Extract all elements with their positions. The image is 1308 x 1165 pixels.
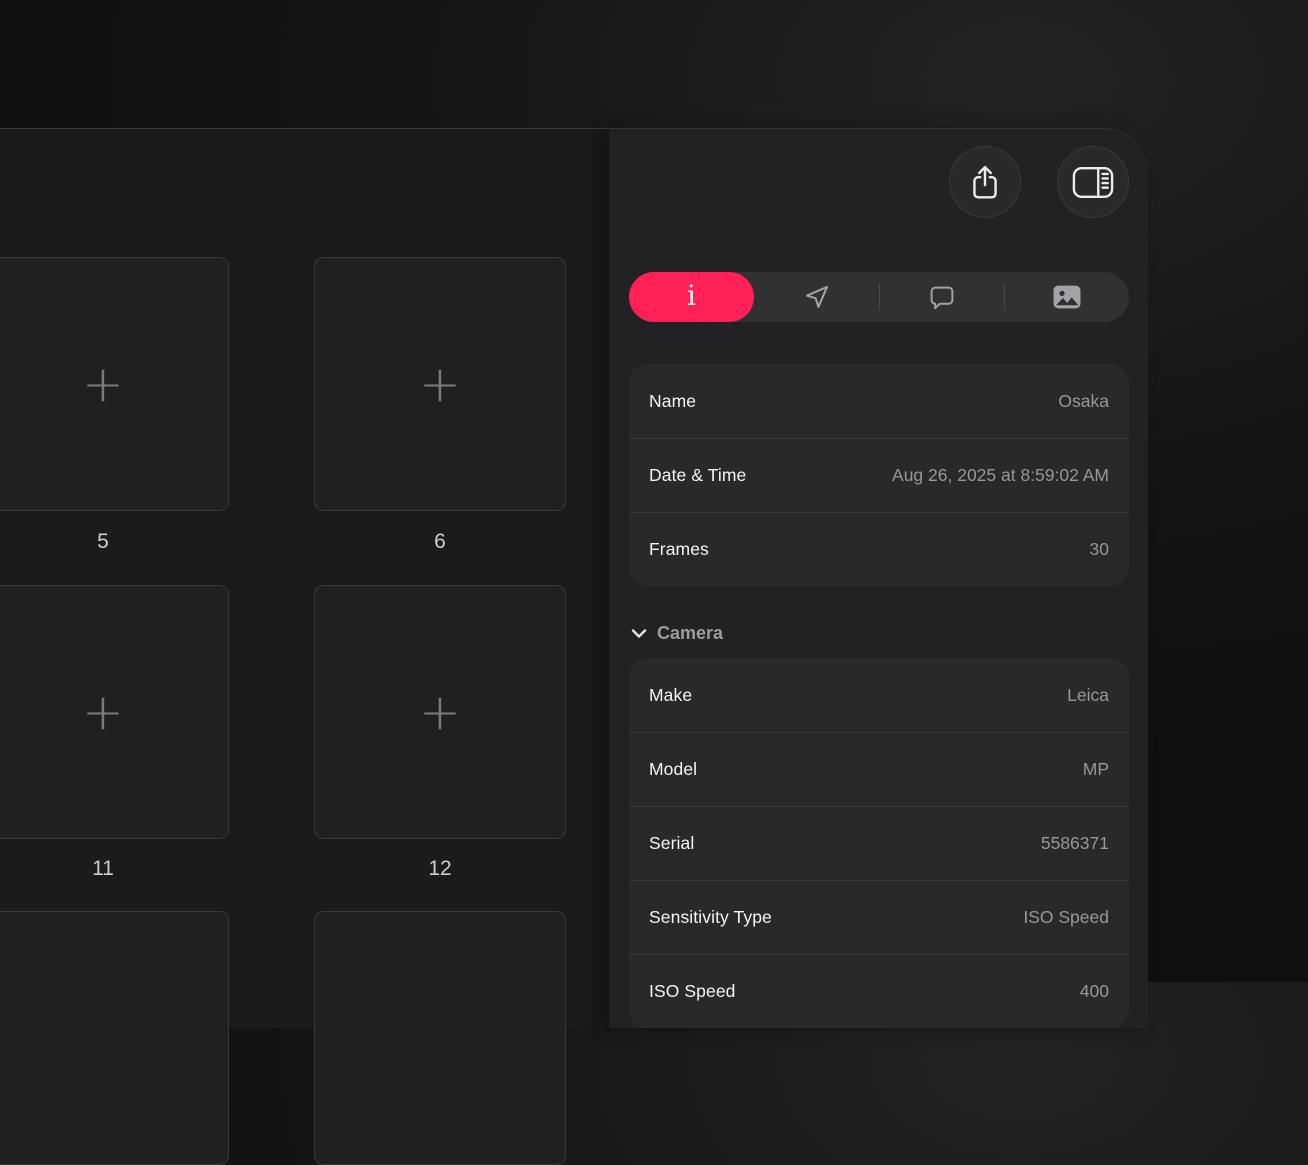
app-window: + + 5 6 + + 11 12 [0, 128, 1148, 1028]
tab-info[interactable]: i [629, 272, 754, 322]
inspector-tabs: i [629, 272, 1129, 322]
comment-icon [928, 284, 956, 310]
camera-section-title: Camera [657, 623, 723, 644]
row-value: 30 [1090, 539, 1109, 560]
camera-card: Make Leica Model MP Serial 5586371 Sensi… [629, 658, 1129, 1028]
plus-icon: + [82, 359, 124, 409]
tab-notes[interactable] [879, 272, 1004, 322]
inspector-panel: i [609, 129, 1148, 1028]
row-label: Date & Time [649, 465, 746, 486]
row-label: Model [649, 759, 697, 780]
row-label: Frames [649, 539, 709, 560]
segment-divider [1004, 284, 1005, 310]
add-frame-tile-11[interactable]: + [0, 585, 229, 839]
row-label: Sensitivity Type [649, 907, 772, 928]
share-icon [970, 164, 1000, 201]
chevron-down-icon [631, 628, 647, 639]
frame-number: 6 [314, 528, 566, 556]
film-frame-grid: + + 5 6 + + 11 12 [0, 129, 609, 1028]
plus-icon: + [419, 687, 461, 737]
add-frame-tile-6[interactable]: + [314, 257, 566, 511]
row-label: ISO Speed [649, 981, 736, 1002]
plus-icon: + [419, 359, 461, 409]
share-button[interactable] [949, 146, 1021, 218]
row-value: 400 [1080, 981, 1109, 1002]
info-row-frames[interactable]: Frames 30 [629, 512, 1129, 586]
add-frame-tile-5[interactable]: + [0, 257, 229, 511]
info-card: Name Osaka Date & Time Aug 26, 2025 at 8… [629, 364, 1129, 586]
camera-row-make[interactable]: Make Leica [629, 658, 1129, 732]
tab-location[interactable] [754, 272, 879, 322]
camera-row-sensitivity-type[interactable]: Sensitivity Type ISO Speed [629, 880, 1129, 954]
camera-row-model[interactable]: Model MP [629, 732, 1129, 806]
info-icon: i [687, 282, 696, 310]
row-label: Make [649, 685, 692, 706]
row-value: Leica [1067, 685, 1109, 706]
info-row-name[interactable]: Name Osaka [629, 364, 1129, 438]
camera-row-serial[interactable]: Serial 5586371 [629, 806, 1129, 880]
row-value: ISO Speed [1023, 907, 1109, 928]
frame-number: 5 [0, 528, 229, 556]
add-frame-tile[interactable] [0, 911, 229, 1165]
row-value: Osaka [1058, 391, 1109, 412]
plus-icon: + [82, 687, 124, 737]
add-frame-tile-12[interactable]: + [314, 585, 566, 839]
camera-section-toggle[interactable]: Camera [631, 618, 723, 648]
row-value: 5586371 [1041, 833, 1109, 854]
add-frame-tile[interactable] [314, 911, 566, 1165]
sidebar-toggle-icon [1072, 166, 1114, 199]
info-row-date-time[interactable]: Date & Time Aug 26, 2025 at 8:59:02 AM [629, 438, 1129, 512]
frame-number: 12 [314, 855, 566, 883]
tab-photos[interactable] [1004, 272, 1129, 322]
row-value: MP [1083, 759, 1109, 780]
row-label: Serial [649, 833, 694, 854]
image-icon [1053, 285, 1081, 309]
row-value: Aug 26, 2025 at 8:59:02 AM [892, 465, 1109, 486]
toggle-inspector-button[interactable] [1057, 146, 1129, 218]
camera-row-iso-speed[interactable]: ISO Speed 400 [629, 954, 1129, 1028]
frame-number: 11 [0, 855, 229, 883]
segment-divider [879, 284, 880, 310]
location-icon [803, 283, 831, 311]
row-label: Name [649, 391, 696, 412]
